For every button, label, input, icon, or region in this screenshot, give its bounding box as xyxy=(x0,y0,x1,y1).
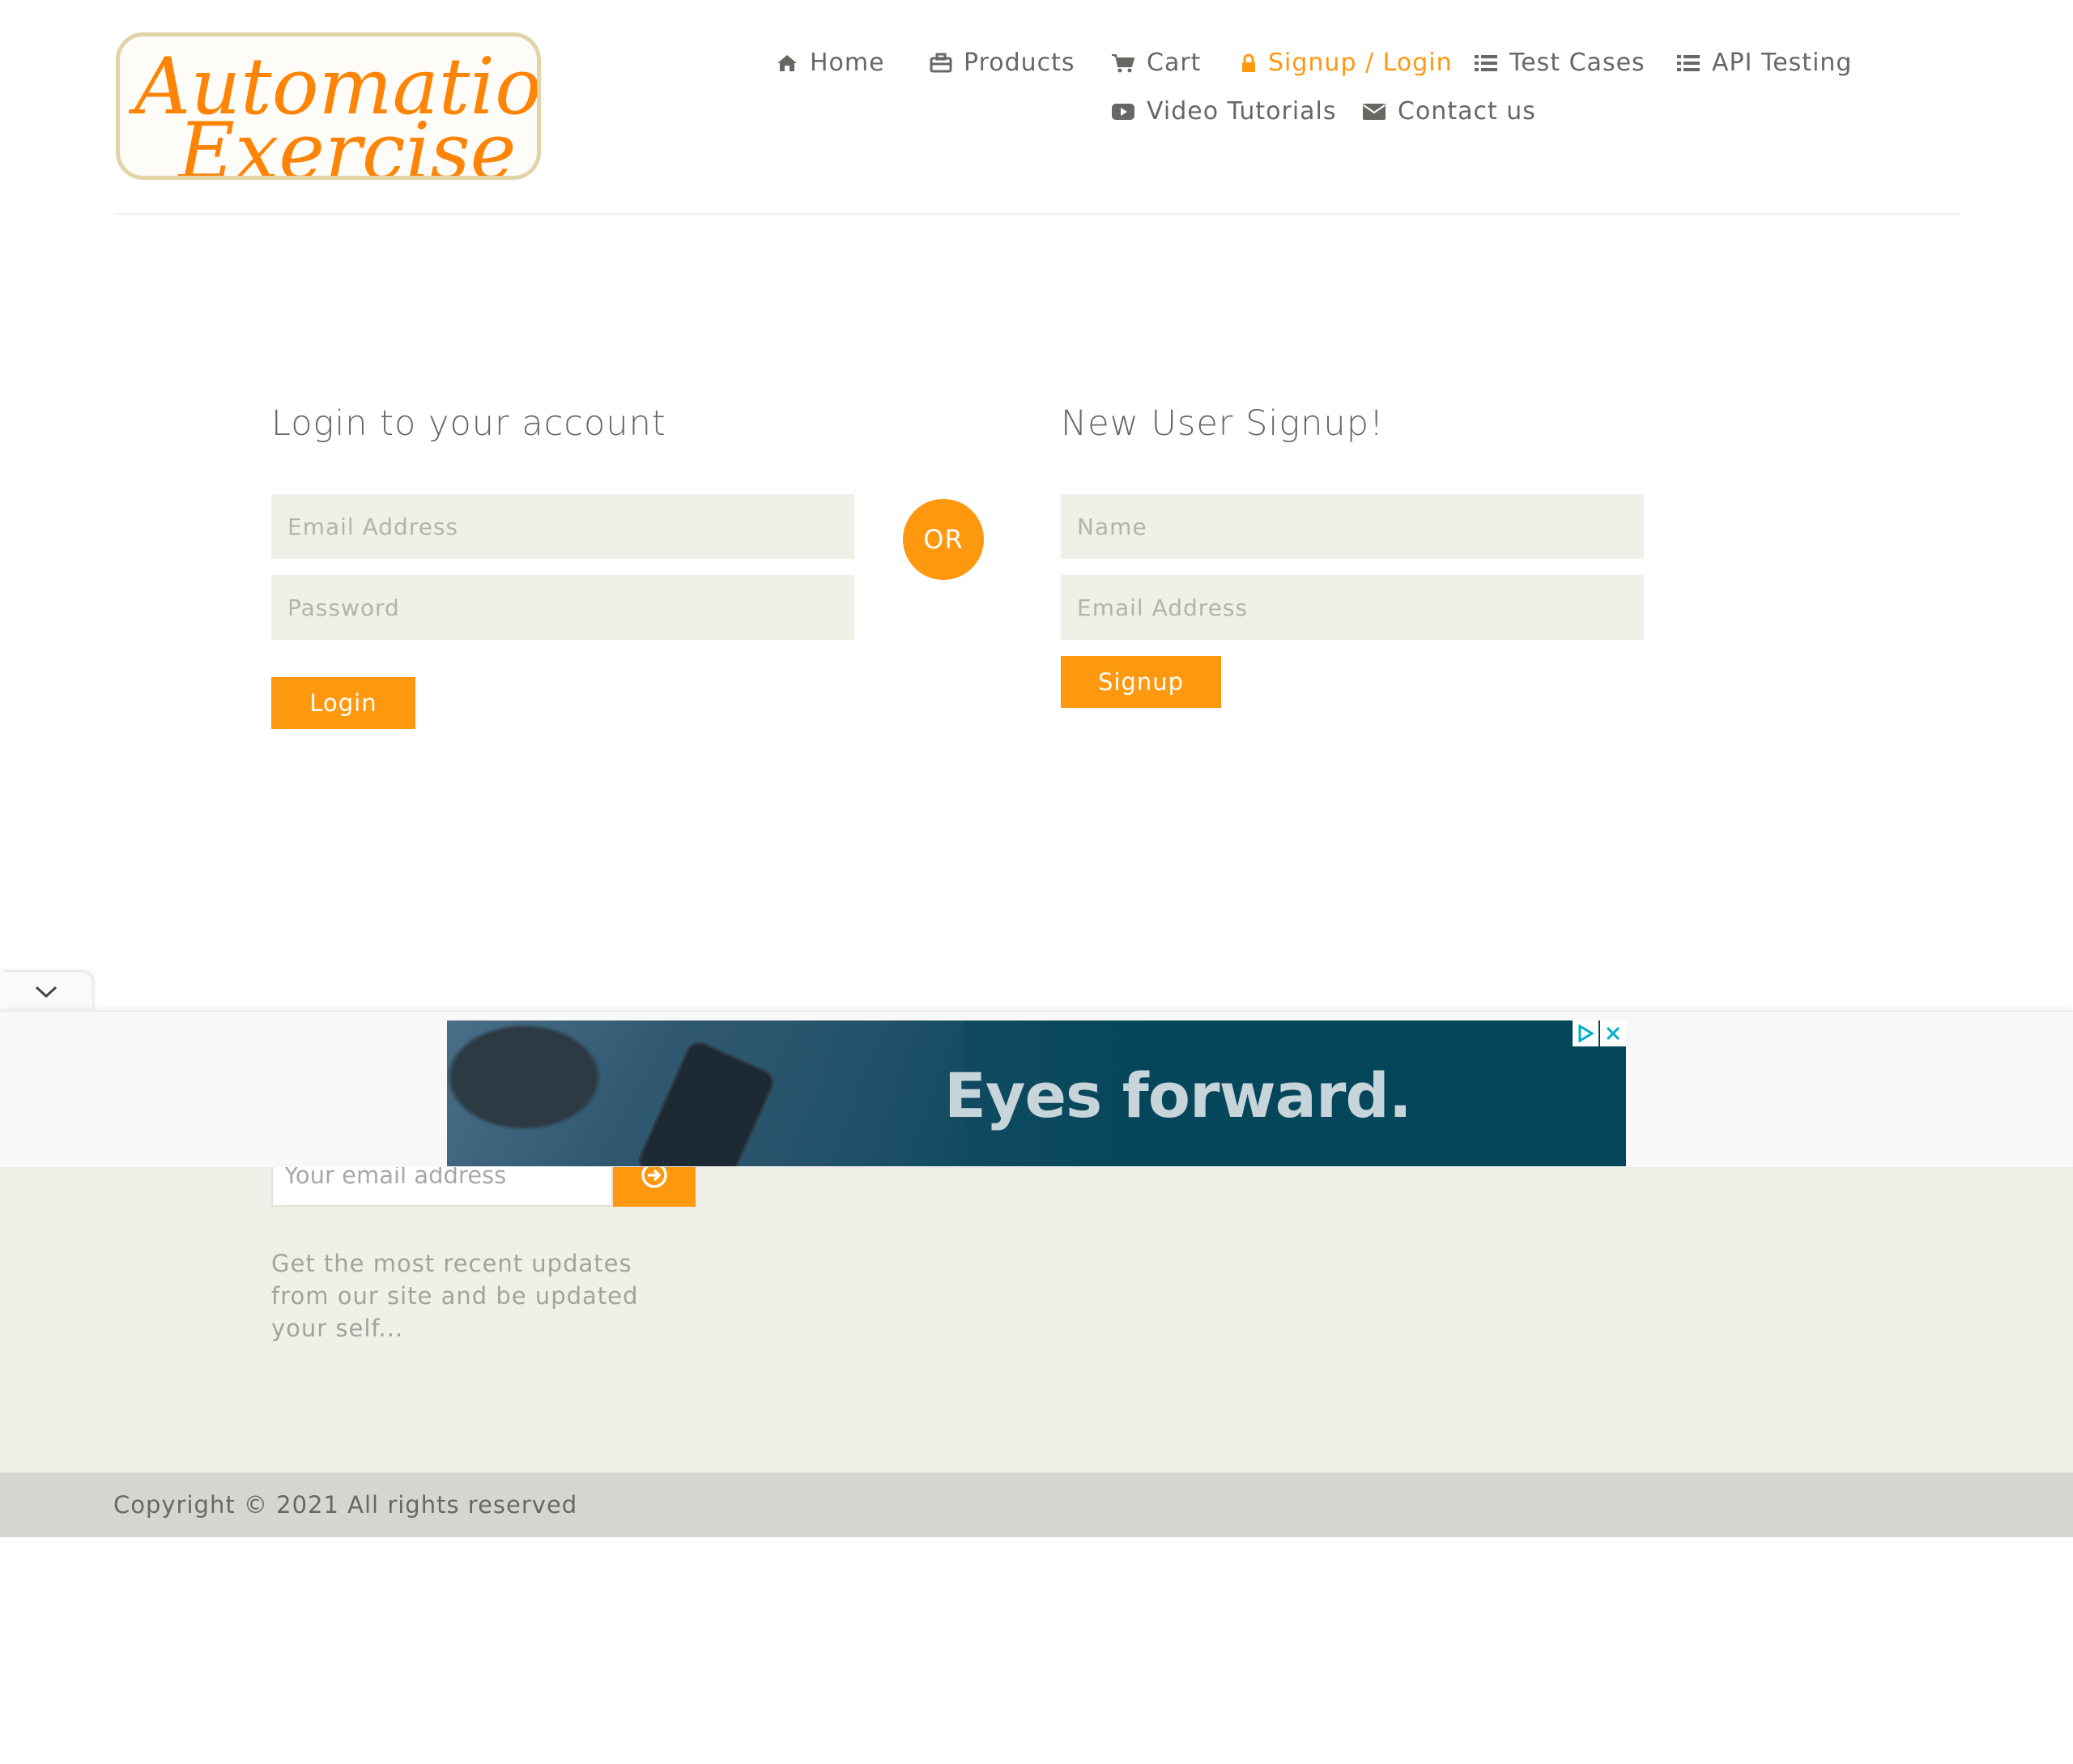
signup-form-title: New User Signup! xyxy=(1061,403,1385,444)
play-triangle-icon xyxy=(1578,1025,1594,1042)
list-icon xyxy=(1475,54,1497,71)
ad-collapse-tab[interactable] xyxy=(0,972,92,1012)
nav-api-testing-label: API Testing xyxy=(1712,49,1853,77)
nav-products[interactable]: Products xyxy=(930,49,1075,77)
ad-choices-icon[interactable] xyxy=(1573,1020,1598,1046)
login-button[interactable]: Login xyxy=(271,677,415,729)
nav-test-cases[interactable]: Test Cases xyxy=(1474,49,1645,77)
envelope-icon xyxy=(1363,103,1386,120)
youtube-play-icon xyxy=(1112,103,1134,120)
copyright-text: Copyright © 2021 All rights reserved xyxy=(113,1491,578,1519)
nav-video-tutorials[interactable]: Video Tutorials xyxy=(1111,97,1337,126)
nav-test-cases-label: Test Cases xyxy=(1509,49,1645,77)
home-icon xyxy=(777,54,797,71)
nav-contact-us-label: Contact us xyxy=(1398,97,1536,126)
login-password-input[interactable] xyxy=(271,575,854,640)
site-logo[interactable]: Automation Exercise xyxy=(116,32,541,180)
nav-cart-label: Cart xyxy=(1147,49,1202,77)
nav-api-testing[interactable]: API Testing xyxy=(1676,49,1852,77)
list-icon xyxy=(1677,54,1700,71)
briefcase-icon xyxy=(930,53,952,72)
login-email-input[interactable] xyxy=(271,494,854,559)
lock-icon xyxy=(1242,53,1255,72)
header-divider xyxy=(113,213,1960,215)
signup-name-input[interactable] xyxy=(1061,494,1644,559)
close-icon xyxy=(1606,1026,1620,1041)
or-divider: OR xyxy=(903,499,984,580)
footer-bottom-bar: Copyright © 2021 All rights reserved xyxy=(0,1472,2073,1537)
nav-home[interactable]: Home xyxy=(776,49,885,77)
nav-signup-login[interactable]: Signup / Login xyxy=(1241,49,1453,77)
chevron-down-icon xyxy=(35,986,57,999)
nav-products-label: Products xyxy=(964,49,1075,77)
ad-banner[interactable]: Eyes forward. xyxy=(447,1020,1626,1166)
ad-close-button[interactable] xyxy=(1600,1020,1626,1046)
nav-signup-login-label: Signup / Login xyxy=(1268,49,1453,77)
nav-home-label: Home xyxy=(810,49,885,77)
subscribe-description: Get the most recent updates from our sit… xyxy=(271,1250,639,1342)
nav-video-tutorials-label: Video Tutorials xyxy=(1147,97,1337,126)
logo-text-line2: Exercise xyxy=(178,106,517,180)
signup-email-input[interactable] xyxy=(1061,575,1644,640)
nav-cart[interactable]: Cart xyxy=(1111,49,1201,77)
shopping-cart-icon xyxy=(1112,53,1135,72)
nav-contact-us[interactable]: Contact us xyxy=(1362,97,1536,126)
ad-headline: Eyes forward. xyxy=(944,1059,1412,1131)
login-form-title: Login to your account xyxy=(271,403,666,444)
signup-button[interactable]: Signup xyxy=(1061,656,1221,708)
